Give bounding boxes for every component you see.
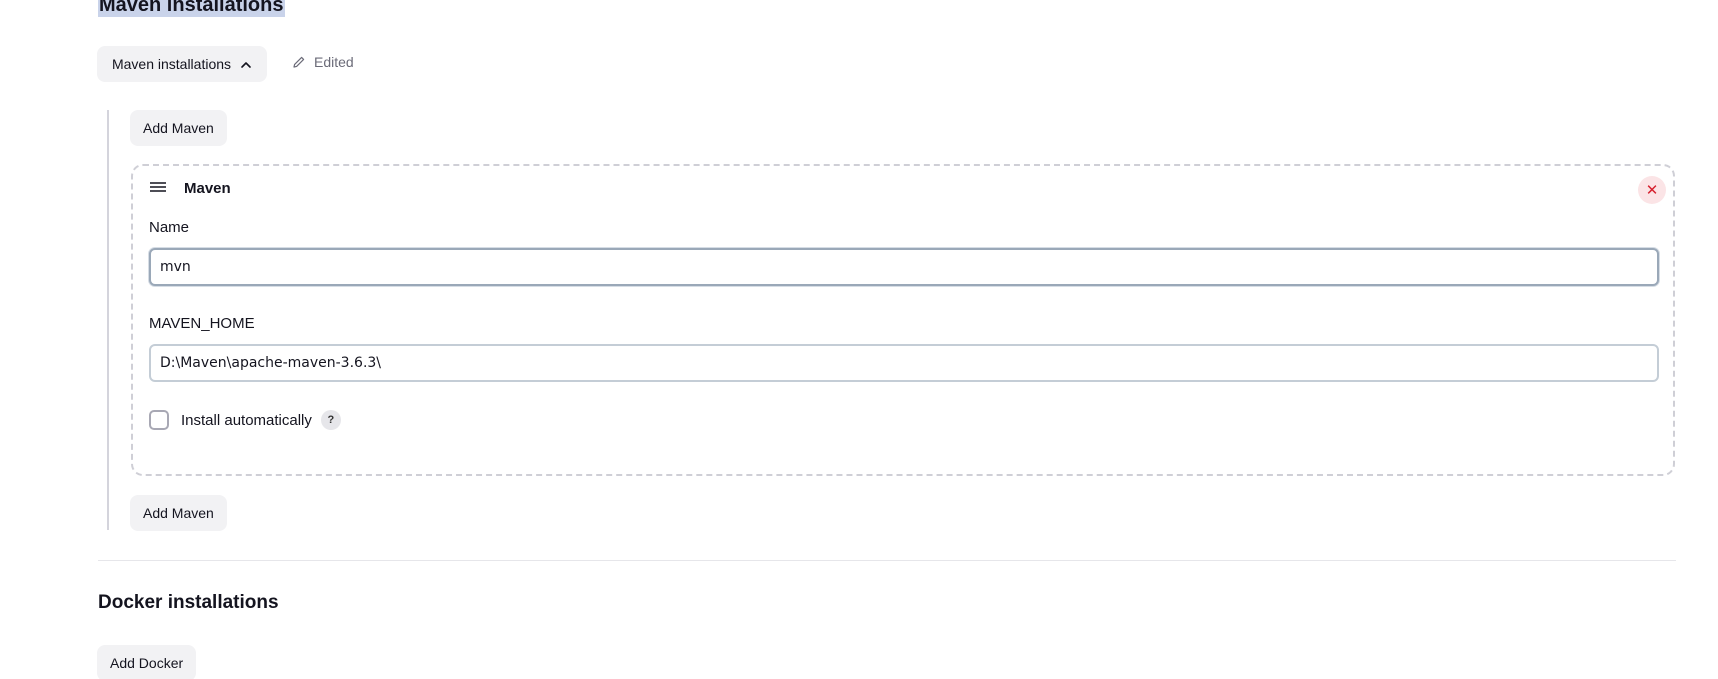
card-title: Maven xyxy=(184,180,231,197)
add-docker-button[interactable]: Add Docker xyxy=(97,645,197,679)
maven-installations-collapse-button[interactable]: Maven installations xyxy=(97,46,267,82)
maven-home-input[interactable] xyxy=(149,344,1659,382)
install-automatically-checkbox[interactable] xyxy=(149,410,169,430)
close-icon[interactable]: ✕ xyxy=(1638,176,1666,204)
install-automatically-row: Install automatically ? xyxy=(149,410,341,430)
section-divider xyxy=(98,560,1676,561)
name-label: Name xyxy=(149,219,190,236)
help-icon[interactable]: ? xyxy=(320,410,341,430)
drag-handle-icon[interactable] xyxy=(150,180,166,197)
install-automatically-label: Install automatically xyxy=(181,411,312,429)
edited-label: Edited xyxy=(314,54,354,70)
chevron-up-icon xyxy=(240,58,252,70)
name-input[interactable] xyxy=(149,248,1659,286)
maven-installations-title: Maven installations xyxy=(98,0,285,17)
collapse-button-label: Maven installations xyxy=(111,56,232,72)
pencil-icon xyxy=(293,56,305,68)
add-maven-button-bottom[interactable]: Add Maven xyxy=(130,495,227,531)
card-header: Maven xyxy=(150,180,231,197)
repeatable-rail xyxy=(107,110,109,530)
edited-indicator: Edited xyxy=(292,54,354,70)
tools-configuration-page: Maven installations Maven installations … xyxy=(0,0,1718,679)
add-maven-button-top[interactable]: Add Maven xyxy=(130,110,227,146)
maven-installation-card: Maven ✕ Name MAVEN_HOME Install automati… xyxy=(131,164,1675,476)
maven-home-label: MAVEN_HOME xyxy=(149,315,255,332)
docker-installations-title: Docker installations xyxy=(98,592,279,613)
